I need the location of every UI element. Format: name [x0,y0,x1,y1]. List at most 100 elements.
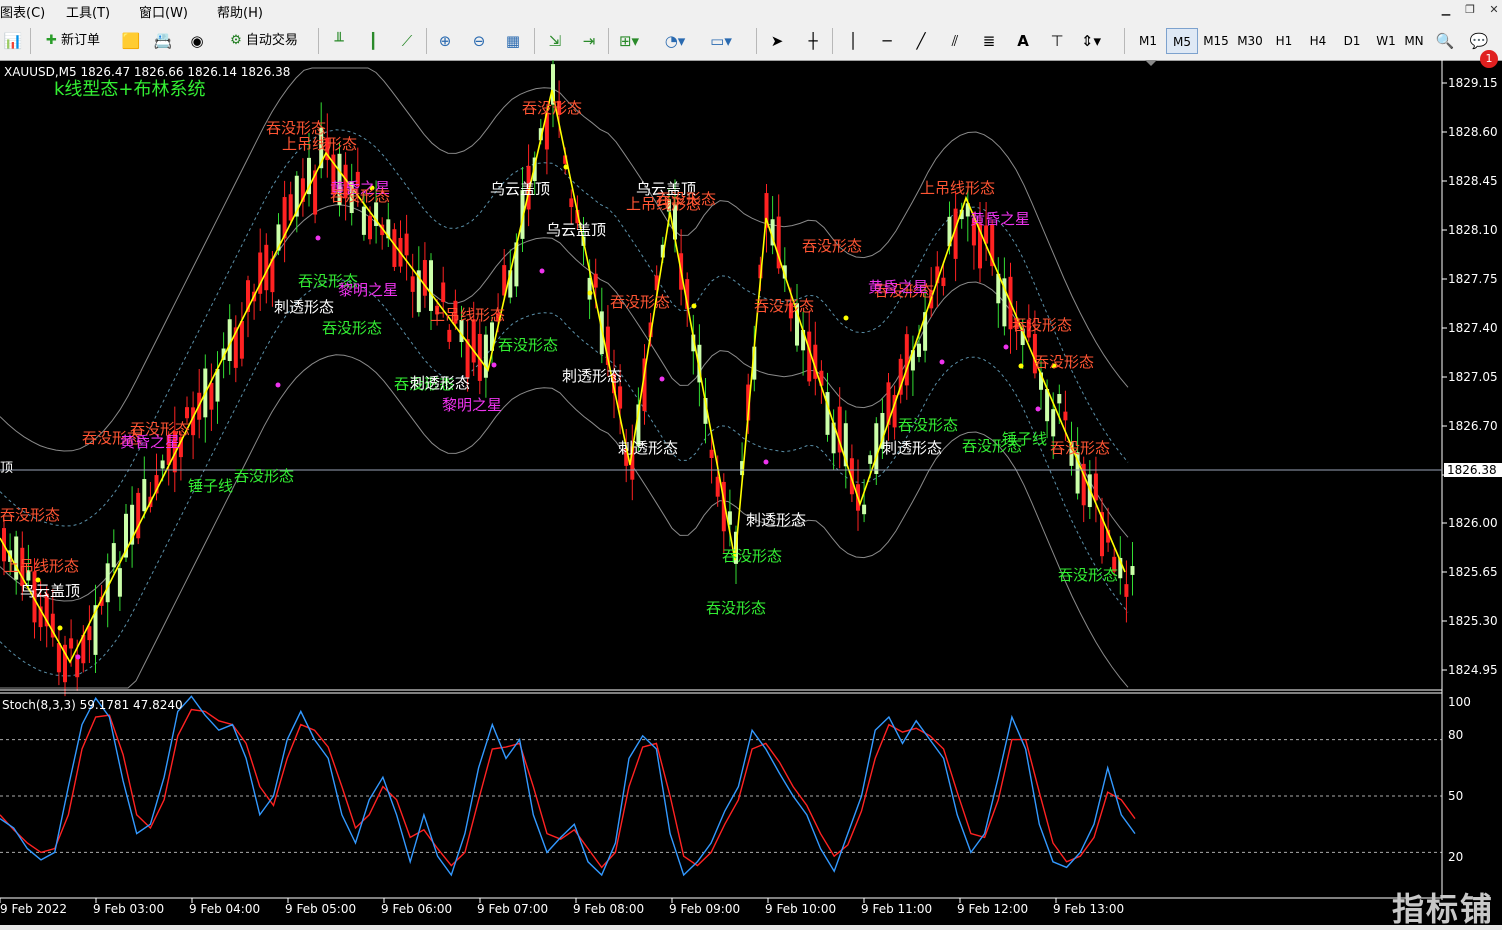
periods-icon[interactable]: ◔▾ [662,28,688,54]
restore-icon[interactable]: ❐ [1460,1,1480,19]
candle [233,315,238,383]
pattern-label: 吞没形态 [610,293,671,311]
stoch-level: 80 [1448,728,1464,742]
candle [203,354,208,443]
minimize-icon[interactable]: ▁ [1436,1,1456,19]
indicators-icon[interactable]: ⊞▾ [616,28,642,54]
vertical-line-icon[interactable]: │ [840,28,866,54]
menu-help[interactable]: 帮助(H) [217,2,263,21]
candle [215,351,220,424]
auto-scroll-icon[interactable]: ⇲ [542,28,568,54]
chart-shift-icon[interactable]: ⇥ [576,28,602,54]
candle [386,202,391,248]
candle [148,481,153,513]
search-icon[interactable]: 🔍 [1432,28,1458,54]
candle [898,354,903,404]
new-order-button[interactable]: ✚ 新订单 [36,28,110,54]
pattern-label: 吞没形态 [1050,439,1111,457]
pattern-label: 刺透形态 [746,511,807,529]
horizontal-line-icon[interactable]: ─ [874,28,900,54]
text-label-icon[interactable]: ⊤ [1044,28,1070,54]
candle [63,635,67,697]
timeframe-mn[interactable]: MN [1404,28,1424,54]
timeframe-m1[interactable]: M1 [1132,28,1164,54]
time-tick: 9 Feb 10:00 [765,902,837,916]
chart-canvas[interactable] [0,60,1502,930]
signals-icon[interactable]: ◉ [184,28,210,54]
pattern-label: 吞没形态 [898,416,959,434]
timeframe-m5[interactable]: M5 [1166,28,1198,54]
pattern-label: 吞没形态 [234,467,295,485]
candle [770,196,775,255]
pattern-label: 刺透形态 [410,374,471,392]
pattern-label: 乌云盖顶 [546,221,607,239]
cursor-icon[interactable]: ➤ [764,28,790,54]
price-tick: 1827.05 [1448,370,1498,384]
time-tick: 9 Feb 07:00 [477,902,549,916]
signal-dot [491,362,497,368]
history-icon[interactable]: 📇 [150,28,176,54]
chart-shift-marker [1145,60,1157,66]
pattern-label: 黎明之星 [338,281,399,299]
timeframe-m30[interactable]: M30 [1234,28,1266,54]
timeframe-m15[interactable]: M15 [1200,28,1232,54]
timeframe-w1[interactable]: W1 [1370,28,1402,54]
candle [410,253,415,318]
price-tick: 1828.45 [1448,174,1498,188]
fibonacci-icon[interactable]: ≣ [976,28,1002,54]
signal-dot [843,315,849,321]
candle [843,410,848,489]
pattern-label: 锤子线 [1002,430,1048,448]
crosshair-icon[interactable]: ┼ [800,28,826,54]
price-tick: 1825.30 [1448,614,1498,628]
signal-dot [563,164,569,170]
time-tick: 9 Feb 12:00 [957,902,1029,916]
time-tick: 9 Feb 13:00 [1053,902,1125,916]
arrows-icon[interactable]: ⇕▾ [1078,28,1104,54]
bar-chart-icon[interactable]: ╨ [326,28,352,54]
gold-bar-icon[interactable]: 🟨 [118,28,144,54]
chart-window[interactable]: XAUUSD,M5 1826.47 1826.66 1826.14 1826.3… [0,60,1502,930]
pattern-label: 刺透形态 [274,298,335,316]
timeframe-h4[interactable]: H4 [1302,28,1334,54]
candle [422,242,427,308]
candle [136,488,141,545]
text-tool-icon[interactable]: A [1010,28,1036,54]
menu-chart[interactable]: 图表(C) [0,2,45,21]
pattern-label: 黎明之星 [442,396,503,414]
candle [837,387,842,469]
candle [416,246,421,317]
pattern-label: 乌云盖顶 [490,180,551,198]
chart-tabs-strip[interactable] [0,925,1502,930]
close-icon[interactable]: ✕ [1484,1,1502,19]
menu-tools[interactable]: 工具(T) [66,2,110,21]
zoom-out-icon[interactable]: ⊖ [466,28,492,54]
candle [111,529,116,574]
line-chart-icon[interactable]: ⟋ [394,28,420,54]
candle [447,324,452,350]
equidistant-channel-icon[interactable]: ⫽ [942,28,968,54]
trendline-icon[interactable]: ╱ [908,28,934,54]
candle [239,302,244,367]
candle [282,180,287,263]
time-tick: 9 Feb 11:00 [861,902,933,916]
price-tick: 1827.40 [1448,321,1498,335]
candle [294,171,299,233]
menu-bar: 图表(C) 工具(T) 窗口(W) 帮助(H) ▁ ❐ ✕ [0,0,1502,23]
bollinger-middle [0,204,1129,602]
candle [953,190,958,282]
timeframe-d1[interactable]: D1 [1336,28,1368,54]
signal-dot [539,268,545,274]
timeframe-h1[interactable]: H1 [1268,28,1300,54]
zoom-in-icon[interactable]: ⊕ [432,28,458,54]
price-tick: 1826.70 [1448,419,1498,433]
auto-trade-button[interactable]: ⚙ 自动交易 [218,28,310,54]
candle [191,391,196,460]
templates-icon[interactable]: ▭▾ [708,28,734,54]
menu-window[interactable]: 窗口(W) [139,2,188,21]
tile-windows-icon[interactable]: ▦ [500,28,526,54]
candlestick-icon[interactable]: ┃ [360,28,386,54]
market-watch-icon[interactable]: 📊 [0,28,26,54]
price-tick: 1825.65 [1448,565,1498,579]
pattern-label: 吞没形态 [1034,353,1095,371]
